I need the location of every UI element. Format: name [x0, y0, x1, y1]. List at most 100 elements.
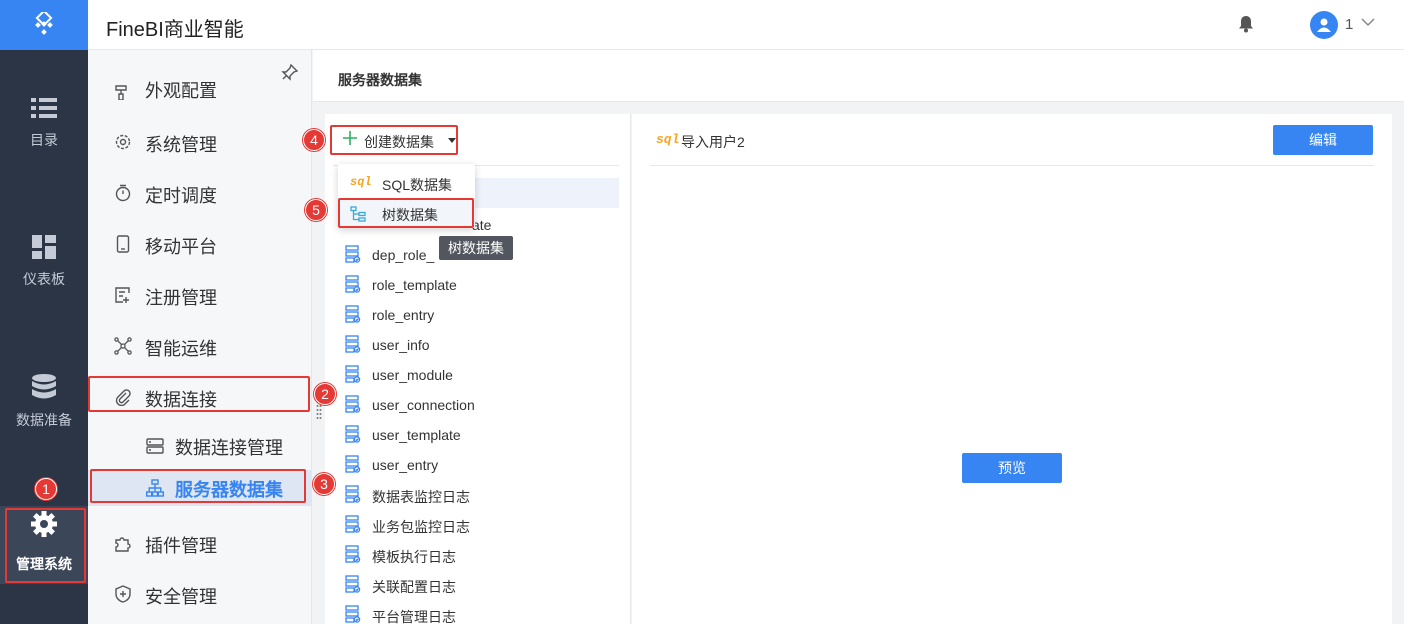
highlight-server-dataset	[90, 469, 306, 503]
nav-item-security[interactable]: 安全管理	[88, 574, 312, 614]
tree-item[interactable]: user_info	[325, 329, 625, 359]
dashboard-icon	[32, 235, 56, 259]
resize-handle-icon[interactable]	[316, 404, 322, 420]
tree-item[interactable]: user_template	[325, 419, 625, 449]
page-title: 服务器数据集	[338, 72, 422, 88]
tree-item[interactable]: 业务包监控日志	[325, 509, 625, 539]
tree-item[interactable]: user_connection	[325, 389, 625, 419]
tree-item[interactable]: 平台管理日志	[325, 599, 625, 624]
nav-item-label: 安全管理	[145, 587, 217, 607]
tree-item-label: role_template	[372, 277, 457, 293]
dataset-table-icon	[345, 575, 361, 596]
dataset-table-icon	[345, 305, 361, 326]
nav-item-register[interactable]: 注册管理	[88, 275, 312, 315]
tree-item-label: 数据表监控日志	[372, 489, 470, 505]
tree-item-label: user_template	[372, 427, 461, 443]
page-header: 服务器数据集	[313, 50, 1404, 102]
app-logo[interactable]	[0, 0, 88, 50]
tree-item[interactable]: 关联配置日志	[325, 569, 625, 599]
edit-button[interactable]: 编辑	[1273, 125, 1373, 155]
tree-item-label: role_entry	[372, 307, 435, 323]
nav-item-system[interactable]: 系统管理	[88, 122, 312, 162]
tree-item-label: 平台管理日志	[372, 609, 456, 624]
dataset-table-icon	[345, 455, 361, 476]
dataset-table-icon	[345, 365, 361, 386]
dataset-table-icon	[345, 485, 361, 506]
bell-icon[interactable]	[1238, 15, 1254, 33]
rail-item-catalog[interactable]: 目录	[0, 96, 88, 150]
dataset-table-icon	[345, 425, 361, 446]
sql-badge: sql	[350, 175, 372, 189]
mobile-icon	[116, 235, 130, 253]
top-header: FineBI商业智能 1	[88, 0, 1404, 50]
dataset-name: 导入用户2	[681, 134, 745, 150]
nav-item-label: 系统管理	[145, 135, 217, 155]
nav-item-label: 插件管理	[145, 536, 217, 556]
nav-item-schedule[interactable]: 定时调度	[88, 173, 312, 213]
database-icon	[32, 374, 56, 399]
dataset-table-icon	[345, 335, 361, 356]
tree-item[interactable]: role_template	[325, 269, 625, 299]
tree-item[interactable]: role_entry	[325, 299, 625, 329]
nav-item-appearance[interactable]: 外观配置	[88, 72, 312, 100]
rail-item-dashboard[interactable]: 仪表板	[0, 235, 88, 289]
user-name[interactable]: 1	[1345, 16, 1353, 33]
dataset-table-icon	[345, 545, 361, 566]
rail-item-label: 仪表板	[23, 271, 65, 287]
rail-item-label: 目录	[30, 132, 58, 148]
nav-item-ops[interactable]: 智能运维	[88, 326, 312, 366]
nav-item-label: 外观配置	[145, 81, 217, 100]
tooltip: 树数据集	[439, 236, 513, 260]
tree-item[interactable]: 模板执行日志	[325, 539, 625, 569]
tree-item-label: 关联配置日志	[372, 579, 456, 595]
timer-icon	[115, 184, 131, 202]
menu-item-sql-dataset[interactable]: sql SQL数据集	[338, 168, 475, 198]
dataset-table-icon	[345, 605, 361, 624]
chevron-down-icon[interactable]	[1361, 17, 1375, 27]
tree-item-label: user_connection	[372, 397, 475, 413]
tree-item[interactable]: user_entry	[325, 449, 625, 479]
tree-item[interactable]: 数据表监控日志	[325, 479, 625, 509]
highlight-admin	[5, 508, 86, 583]
app-title: FineBI商业智能	[106, 19, 244, 41]
dataset-table-icon	[345, 515, 361, 536]
highlight-create-dataset	[330, 125, 458, 155]
shield-icon	[115, 585, 131, 603]
nav-item-plugins[interactable]: 插件管理	[88, 523, 312, 563]
avatar[interactable]	[1310, 11, 1338, 39]
annotation-badge-2: 2	[314, 383, 336, 405]
tree-item-label: user_module	[372, 367, 453, 383]
tree-item-label: 业务包监控日志	[372, 519, 470, 535]
appearance-icon	[115, 85, 127, 100]
annotation-badge-4: 4	[303, 129, 325, 151]
logo-icon	[35, 12, 53, 35]
user-icon	[1317, 18, 1331, 32]
nav-item-label: 定时调度	[145, 186, 217, 206]
nav-subitem-label: 数据连接管理	[175, 438, 283, 458]
secondary-nav: 外观配置 系统管理 定时调度 移动平台 注册管理 智能运维 数据连接 数据连接管…	[88, 50, 312, 624]
annotation-badge-5: 5	[305, 199, 327, 221]
dataset-detail-panel: sql 导入用户2 编辑 预览	[632, 114, 1392, 624]
highlight-tree-dataset	[338, 198, 474, 228]
puzzle-icon	[115, 537, 131, 552]
nav-item-label: 注册管理	[145, 288, 217, 308]
nav-subitem-connection-mgmt[interactable]: 数据连接管理	[88, 428, 312, 464]
rail-item-label: 数据准备	[16, 412, 72, 428]
annotation-badge-1: 1	[35, 478, 57, 500]
nav-item-label: 智能运维	[145, 339, 217, 359]
nav-item-mobile[interactable]: 移动平台	[88, 224, 312, 264]
divider	[650, 165, 1374, 166]
server-icon	[146, 438, 164, 454]
list-icon	[31, 98, 57, 118]
tree-item-label: user_entry	[372, 457, 439, 473]
ops-icon	[114, 337, 132, 355]
tree-item[interactable]: user_module	[325, 359, 625, 389]
annotation-badge-3: 3	[313, 473, 335, 495]
dataset-table-icon	[345, 275, 361, 296]
nav-item-label: 移动平台	[145, 237, 217, 257]
highlight-data-connection	[88, 376, 310, 412]
rail-item-data-prep[interactable]: 数据准备	[0, 374, 88, 430]
preview-button[interactable]: 预览	[962, 453, 1062, 483]
dataset-table-icon	[345, 395, 361, 416]
menu-item-label: SQL数据集	[382, 177, 453, 193]
